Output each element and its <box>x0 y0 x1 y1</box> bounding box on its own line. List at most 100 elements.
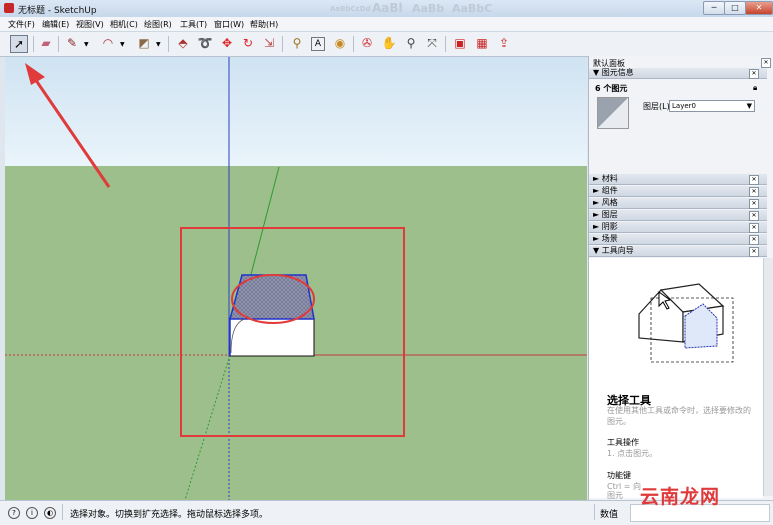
user-icon[interactable]: ◐ <box>44 507 56 519</box>
ribbon-ghost-text: AaBbC <box>452 2 493 15</box>
move-tool-icon[interactable]: ✥ <box>219 35 235 51</box>
section-label: 工具向导 <box>601 246 634 255</box>
scale-tool-icon[interactable]: ⇲ <box>261 35 277 51</box>
status-divider <box>594 504 595 520</box>
expand-icon: ► <box>593 198 602 207</box>
arc-dropdown-icon[interactable]: ▼ <box>120 41 125 48</box>
close-button[interactable]: ✕ <box>745 1 773 15</box>
title-bar: 无标题 - SketchUp AaBbCcDd AaBl AaBb AaBbC … <box>0 0 773 18</box>
entity-lock-icon[interactable]: 🔒︎ <box>753 83 757 93</box>
material-swatch[interactable] <box>597 97 629 129</box>
menu-bar: 文件(F) 编辑(E) 视图(V) 相机(C) 绘图(R) 工具(T) 窗口(W… <box>0 17 773 32</box>
expand-icon: ► <box>593 234 602 243</box>
section-layers[interactable]: ► 图层 <box>589 210 767 221</box>
rectangle-dropdown-icon[interactable]: ▼ <box>156 41 161 48</box>
zoom-tool-icon[interactable]: ⚲ <box>403 35 419 51</box>
sketchup-app-icon <box>4 3 14 13</box>
menu-draw[interactable]: 绘图(R) <box>144 19 172 30</box>
main-toolbar: ➚ ▰ ✎ ▼ ◠ ▼ ◩ ▼ ⬘ ➰ ✥ ↻ ⇲ ⚲ A ◉ ✇ ✋ ⚲ ⤧ … <box>0 32 773 57</box>
entity-count: 6 个图元 <box>595 84 628 93</box>
section-label: 图层 <box>601 210 618 219</box>
close-icon[interactable]: ✕ <box>749 247 759 257</box>
share-model-icon[interactable]: ⇪ <box>496 35 512 51</box>
section-components[interactable]: ► 组件 <box>589 186 767 197</box>
extension-warehouse-icon[interactable]: ▦ <box>474 35 490 51</box>
close-icon[interactable]: ✕ <box>749 211 759 221</box>
toolbar-separator <box>168 36 169 52</box>
entity-info-close-icon[interactable]: ✕ <box>749 69 759 79</box>
drawing-viewport[interactable] <box>5 57 587 500</box>
toolbar-separator <box>353 36 354 52</box>
green-axis-negative <box>184 354 231 500</box>
eraser-tool-icon[interactable]: ▰ <box>38 35 54 51</box>
instructor-illustration <box>638 283 734 363</box>
entity-info-header[interactable]: ▼ 图元信息 <box>589 68 767 79</box>
rotate-tool-icon[interactable]: ↻ <box>240 35 256 51</box>
ribbon-ghost-text: AaBbCcDd <box>330 5 371 13</box>
close-icon[interactable]: ✕ <box>749 235 759 245</box>
zoom-extents-tool-icon[interactable]: ⤧ <box>424 35 440 51</box>
section-shadows[interactable]: ► 阴影 <box>589 222 767 233</box>
layer-select[interactable]: Layer0 ▼ <box>669 100 755 112</box>
scene-svg <box>5 57 587 500</box>
toolbar-separator <box>58 36 59 52</box>
orbit-tool-icon[interactable]: ✇ <box>359 35 375 51</box>
section-label: 阴影 <box>601 222 618 231</box>
select-tool-icon[interactable]: ➚ <box>10 35 28 53</box>
paint-bucket-tool-icon[interactable]: ◉ <box>332 35 348 51</box>
menu-edit[interactable]: 编辑(E) <box>42 19 69 30</box>
menu-view[interactable]: 视图(V) <box>76 19 104 30</box>
geo-location-icon[interactable]: ? <box>8 507 20 519</box>
annotation-arrow-head <box>25 63 45 85</box>
section-label: 组件 <box>601 186 618 195</box>
ribbon-ghost-text: AaBb <box>412 2 445 15</box>
instructor-tool-description: 在使用其他工具或命令时，选择要修改的图元。 <box>607 406 751 426</box>
credits-icon[interactable]: i <box>26 507 38 519</box>
box-front-face[interactable] <box>229 318 315 357</box>
close-icon[interactable]: ✕ <box>749 199 759 209</box>
tray-close-icon[interactable]: ✕ <box>761 58 771 68</box>
toolbar-separator <box>33 36 34 52</box>
minimize-button[interactable]: ─ <box>703 1 725 15</box>
layer-value: Layer0 <box>672 102 696 110</box>
3d-warehouse-icon[interactable]: ▣ <box>452 35 468 51</box>
tape-measure-tool-icon[interactable]: ⚲ <box>289 35 305 51</box>
chevron-down-icon: ▼ <box>746 102 752 110</box>
close-icon[interactable]: ✕ <box>749 187 759 197</box>
layer-label: 图层(L): <box>643 102 673 111</box>
default-tray: 默认面板 ✕ ▼ 图元信息 ✕ 6 个图元 🔒︎ 图层(L): Layer0 ▼ … <box>588 56 773 500</box>
maximize-button[interactable]: □ <box>724 1 746 15</box>
instructor-scrollbar[interactable] <box>763 258 773 496</box>
arc-tool-icon[interactable]: ◠ <box>100 35 116 51</box>
rectangle-tool-icon[interactable]: ◩ <box>136 35 152 51</box>
section-styles[interactable]: ► 风格 <box>589 198 767 209</box>
ribbon-ghost-text: AaBl <box>372 1 403 15</box>
follow-me-tool-icon[interactable]: ➰ <box>197 35 213 51</box>
pencil-tool-icon[interactable]: ✎ <box>64 35 80 51</box>
section-label: 场景 <box>601 234 618 243</box>
close-icon[interactable]: ✕ <box>749 175 759 185</box>
collapse-icon: ▼ <box>593 68 602 77</box>
window-title: 无标题 - SketchUp <box>18 6 97 16</box>
push-pull-tool-icon[interactable]: ⬘ <box>175 35 191 51</box>
menu-camera[interactable]: 相机(C) <box>110 19 138 30</box>
text-tool-icon[interactable]: A <box>311 37 325 51</box>
menu-help[interactable]: 帮助(H) <box>250 19 278 30</box>
section-scenes[interactable]: ► 场景 <box>589 234 767 245</box>
menu-tools[interactable]: 工具(T) <box>180 19 207 30</box>
section-label: 风格 <box>601 198 618 207</box>
close-icon[interactable]: ✕ <box>749 223 759 233</box>
expand-icon: ► <box>593 222 602 231</box>
section-materials[interactable]: ► 材料 <box>589 174 767 185</box>
menu-file[interactable]: 文件(F) <box>8 19 35 30</box>
toolbar-separator <box>282 36 283 52</box>
menu-window[interactable]: 窗口(W) <box>214 19 244 30</box>
watermark: 云南龙网 <box>640 486 721 508</box>
pan-tool-icon[interactable]: ✋ <box>381 35 397 51</box>
section-instructor[interactable]: ▼ 工具向导 <box>589 246 767 257</box>
pencil-dropdown-icon[interactable]: ▼ <box>84 41 89 48</box>
expand-icon: ► <box>593 186 602 195</box>
collapse-icon: ▼ <box>593 246 602 255</box>
measurements-label: 数值 <box>600 510 619 520</box>
annotation-arrow-shaft <box>29 72 111 188</box>
